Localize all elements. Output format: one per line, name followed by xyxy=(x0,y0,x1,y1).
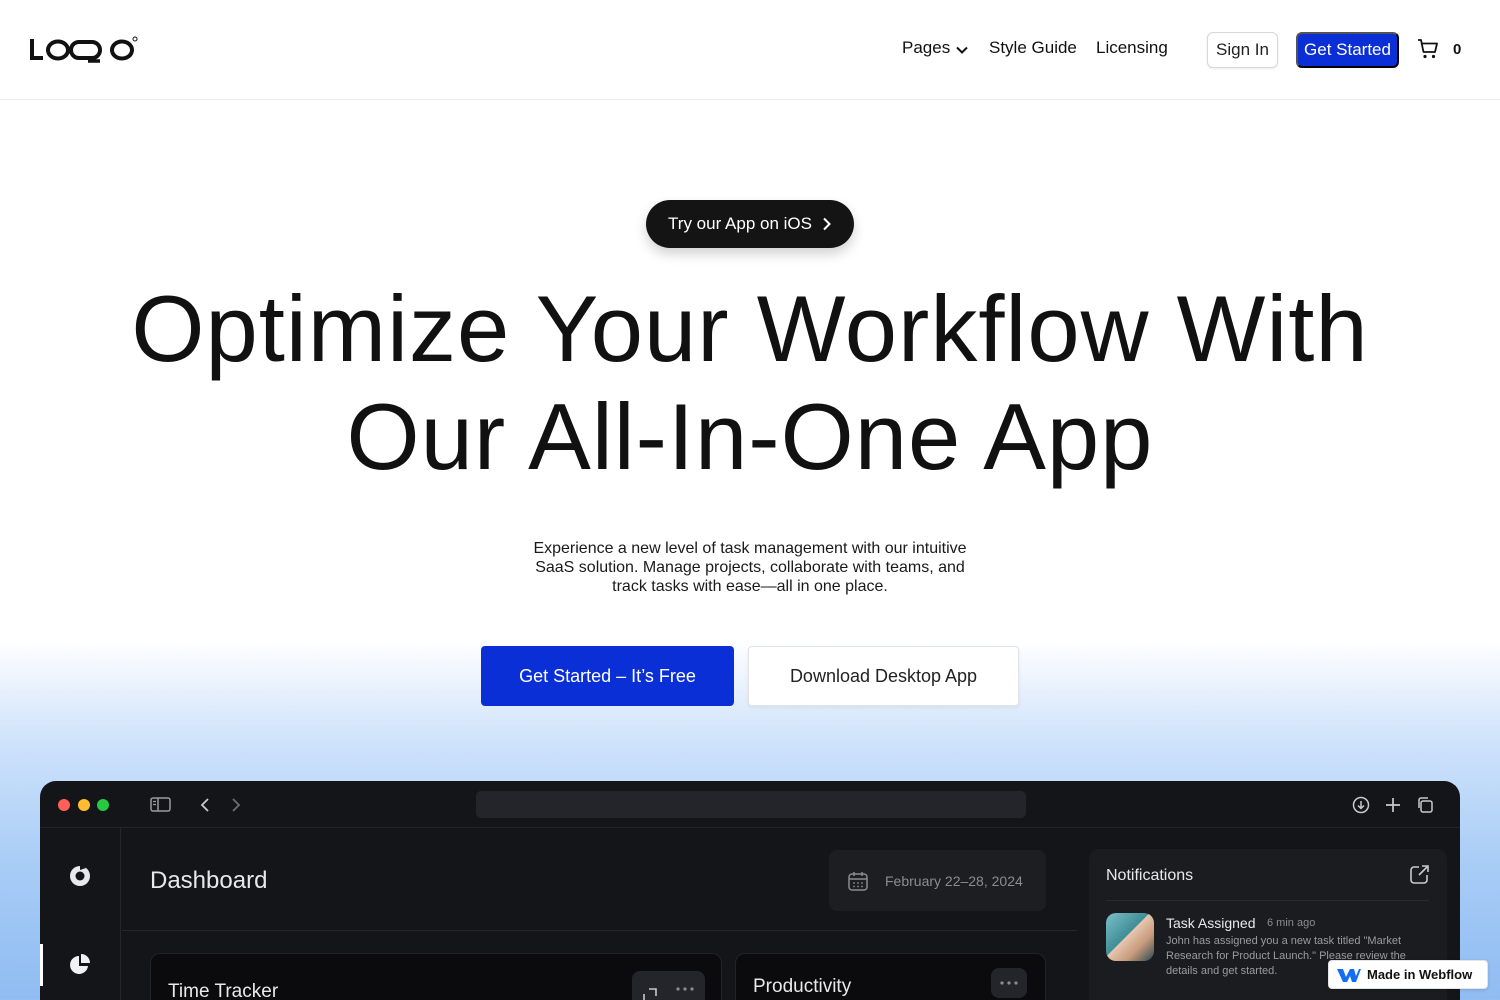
logo-mark xyxy=(30,36,138,63)
made-in-webflow-badge[interactable]: Made in Webflow xyxy=(1328,960,1488,989)
time-tracker-actions[interactable] xyxy=(632,971,705,1000)
notifications-divider xyxy=(1106,900,1429,901)
productivity-card: Productivity xyxy=(735,953,1046,1000)
nav-pages-label: Pages xyxy=(902,38,951,57)
tabs-overview-icon[interactable] xyxy=(1416,796,1434,814)
pie-chart-icon[interactable] xyxy=(68,953,92,977)
date-range-label: February 22–28, 2024 xyxy=(885,872,1023,889)
hero-title-line-2: Our All-In-One App xyxy=(346,384,1154,489)
hero-title-line-1: Optimize Your Workflow With xyxy=(131,276,1369,381)
close-window-dot[interactable] xyxy=(58,799,70,811)
logo[interactable] xyxy=(30,32,138,66)
date-range-picker[interactable]: February 22–28, 2024 xyxy=(829,850,1046,911)
webflow-badge-label: Made in Webflow xyxy=(1367,967,1473,982)
hero-title: Optimize Your Workflow With Our All-In-O… xyxy=(0,275,1500,491)
ios-app-pill[interactable]: Try our App on iOS xyxy=(646,200,854,248)
sidebar-active-indicator xyxy=(40,944,43,986)
cart-button[interactable]: 0 xyxy=(1417,38,1461,60)
address-bar[interactable] xyxy=(476,791,1026,818)
download-desktop-app-button[interactable]: Download Desktop App xyxy=(748,646,1019,706)
notification-time: 6 min ago xyxy=(1267,917,1316,929)
nav-style-guide[interactable]: Style Guide xyxy=(989,38,1077,58)
more-dots-icon xyxy=(1000,981,1018,985)
nav-licensing[interactable]: Licensing xyxy=(1096,38,1168,58)
ios-app-pill-label: Try our App on iOS xyxy=(668,214,812,233)
more-dots-icon xyxy=(676,987,694,991)
webflow-logo-icon xyxy=(1337,968,1361,982)
avatar xyxy=(1106,913,1154,961)
hero-subtitle: Experience a new level of task managemen… xyxy=(533,540,967,595)
sidebar-toggle-icon[interactable] xyxy=(150,797,171,812)
app-sidebar xyxy=(40,828,121,1000)
chevron-down-icon xyxy=(956,46,968,54)
window-titlebar xyxy=(40,781,1460,828)
maximize-window-dot[interactable] xyxy=(97,799,109,811)
open-external-icon[interactable] xyxy=(1409,864,1430,885)
download-icon[interactable] xyxy=(1352,796,1370,814)
cart-count: 0 xyxy=(1453,40,1462,58)
dashboard-divider xyxy=(122,930,1077,931)
chevron-right-icon xyxy=(823,217,831,231)
notification-name: Task Assigned xyxy=(1166,915,1256,931)
get-started-free-button[interactable]: Get Started – It’s Free xyxy=(481,646,734,706)
app-logo-icon[interactable] xyxy=(66,861,94,889)
sign-in-button[interactable]: Sign In xyxy=(1207,32,1278,68)
nav-pages[interactable]: Pages xyxy=(902,38,968,58)
minimize-window-dot[interactable] xyxy=(78,799,90,811)
time-tracker-title: Time Tracker xyxy=(168,981,279,1000)
calendar-icon xyxy=(848,871,868,891)
cart-icon xyxy=(1418,39,1438,59)
productivity-more-button[interactable] xyxy=(991,968,1027,998)
productivity-title: Productivity xyxy=(753,976,852,997)
new-tab-plus-icon[interactable] xyxy=(1384,796,1402,814)
time-tracker-card: Time Tracker xyxy=(150,953,722,1000)
site-header: Pages Style Guide Licensing Sign In Get … xyxy=(0,0,1500,100)
back-arrow-icon[interactable] xyxy=(200,797,210,813)
dashboard-title: Dashboard xyxy=(150,867,268,894)
notifications-title: Notifications xyxy=(1106,867,1194,884)
get-started-button[interactable]: Get Started xyxy=(1296,32,1399,68)
forward-arrow-icon[interactable] xyxy=(231,797,241,813)
expand-icon xyxy=(643,988,657,1000)
app-preview: Dashboard February 22–28, 2024 Time Trac… xyxy=(40,781,1460,1000)
